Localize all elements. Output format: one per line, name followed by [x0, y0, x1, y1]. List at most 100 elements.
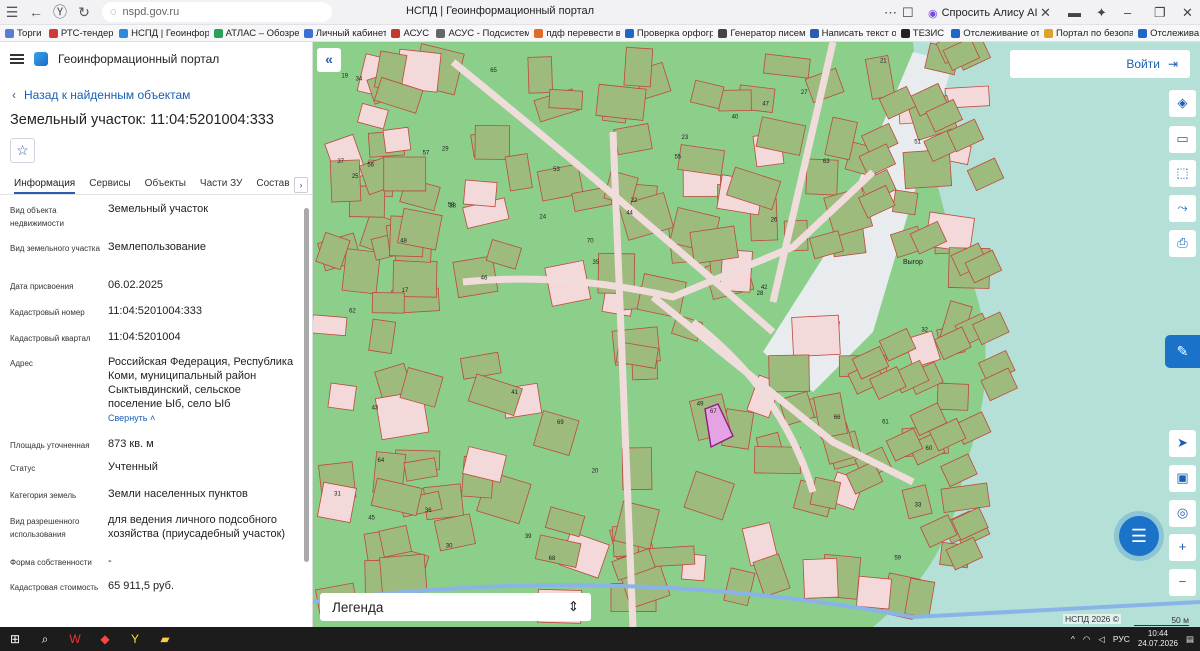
- feedback-tab-icon[interactable]: ✎: [1165, 335, 1200, 368]
- volume-icon[interactable]: ◁: [1098, 634, 1105, 645]
- clock[interactable]: 10:44 24.07.2026: [1138, 629, 1178, 649]
- alice-button[interactable]: ◉ Спросить Алису AI: [922, 4, 1044, 22]
- bookmark-item[interactable]: Проверка орфогр: [620, 28, 713, 39]
- collapse-address-link[interactable]: Свернуть ˄: [108, 413, 155, 423]
- language-indicator[interactable]: РУС: [1113, 634, 1130, 644]
- extension-icon[interactable]: ✕: [1040, 5, 1051, 21]
- burger-menu-icon[interactable]: [10, 54, 24, 64]
- parcel-label: 27: [801, 90, 808, 96]
- parcel-label: 44: [626, 211, 633, 217]
- select-area-icon[interactable]: ⬚: [1169, 160, 1196, 187]
- bookmark-icon[interactable]: ☐: [902, 5, 914, 21]
- panel-scrollbar[interactable]: [304, 208, 309, 562]
- network-icon[interactable]: ◠: [1083, 634, 1090, 645]
- print-icon[interactable]: ⎙: [1169, 230, 1196, 257]
- map-canvas[interactable]: 3938363537343253464149484745515556575859…: [313, 42, 1200, 627]
- locate-icon[interactable]: ➤: [1169, 430, 1196, 457]
- collapse-panel-icon[interactable]: «: [317, 48, 341, 72]
- legend-dropdown[interactable]: Легенда ⇕: [320, 593, 591, 621]
- parcel-label: 25: [352, 174, 359, 180]
- parcel-shape: [936, 382, 970, 411]
- bookmark-item[interactable]: АСУС: [386, 28, 431, 39]
- bookmark-item[interactable]: Торги: [0, 28, 44, 39]
- field-value: 65 911,5 руб.: [108, 580, 175, 592]
- bookmark-favicon-icon: [624, 28, 634, 38]
- layers-icon[interactable]: ◈: [1169, 90, 1196, 117]
- windows-start-icon[interactable]: ⊞: [0, 632, 30, 646]
- field-label: Форма собственности: [10, 558, 92, 567]
- parcel-label: 17: [402, 288, 409, 294]
- favorite-star-icon[interactable]: ☆: [10, 138, 35, 163]
- basemap-icon[interactable]: ▣: [1169, 465, 1196, 492]
- share-icon[interactable]: ⤳: [1169, 195, 1196, 222]
- app-w-icon[interactable]: W: [60, 632, 90, 646]
- close-icon[interactable]: ✕: [1182, 5, 1193, 21]
- parcel-label: 46: [481, 276, 488, 282]
- parcel-shape: [718, 89, 752, 112]
- bookmark-item[interactable]: РТС-тендер: [44, 28, 114, 39]
- geolocation-icon[interactable]: ◎: [1169, 500, 1196, 527]
- field-value: 06.02.2025: [108, 279, 164, 291]
- bookmark-item[interactable]: пдф перевести в: [529, 28, 620, 39]
- minimize-icon[interactable]: –: [1124, 5, 1131, 20]
- parcel-shape: [527, 56, 553, 94]
- notification-icon[interactable]: ▤: [1186, 634, 1194, 645]
- alice-icon: ◉: [928, 7, 938, 20]
- bookmark-favicon-icon: [48, 28, 58, 38]
- bookmark-item[interactable]: АСУС - Подсистем: [431, 28, 529, 39]
- bookmark-item[interactable]: Личный кабинет: [299, 28, 386, 39]
- field-label: Вид земельного участка: [10, 244, 100, 253]
- tab-parts[interactable]: Части ЗУ: [200, 175, 242, 194]
- back-icon[interactable]: ←: [24, 4, 48, 20]
- explorer-icon[interactable]: ▰: [150, 632, 180, 646]
- bookmark-item[interactable]: Генератор писем: [713, 28, 805, 39]
- parcel-label: 62: [349, 309, 356, 315]
- bookmark-item[interactable]: НСПД | Геоинфор: [114, 28, 209, 39]
- more-icon[interactable]: ⋯: [884, 5, 897, 21]
- yandex-icon[interactable]: Ⓨ: [48, 2, 72, 22]
- bookmark-favicon-icon: [436, 28, 446, 38]
- bookmark-item[interactable]: ТЕЗИС: [896, 28, 946, 39]
- zoom-out-icon[interactable]: −: [1169, 569, 1196, 596]
- address-bar[interactable]: ◌ nspd.gov.ru: [102, 2, 332, 22]
- reload-icon[interactable]: ↻: [72, 4, 96, 21]
- tab-objects[interactable]: Объекты: [145, 175, 186, 194]
- bookmark-favicon-icon: [303, 28, 313, 38]
- parcel-label: 48: [400, 239, 407, 245]
- login-button[interactable]: Войти ⇥: [1010, 50, 1190, 78]
- field-value: 11:04:5201004:333: [108, 305, 202, 317]
- zoom-in-icon[interactable]: +: [1169, 534, 1196, 561]
- tabs-next-icon[interactable]: ›: [294, 177, 308, 193]
- download-icon[interactable]: ▬: [1068, 5, 1081, 20]
- bookmark-item[interactable]: Портал по безопа: [1039, 28, 1133, 39]
- puzzle-icon[interactable]: ✦: [1096, 5, 1107, 21]
- parcel-label: 49: [697, 401, 704, 407]
- tab-services[interactable]: Сервисы: [89, 175, 130, 194]
- tab-composition[interactable]: Состав: [256, 175, 289, 194]
- chat-icon[interactable]: ☰: [1119, 516, 1159, 556]
- bookmark-item[interactable]: Отслеживание от: [946, 28, 1039, 39]
- maximize-icon[interactable]: ❐: [1154, 5, 1166, 21]
- parcel-shape: [382, 126, 412, 154]
- bookmark-item[interactable]: АТЛАС – Обозре: [209, 28, 299, 39]
- bookmark-item[interactable]: Написать текст о: [805, 28, 896, 39]
- back-link[interactable]: ‹ Назад к найденным объектам: [12, 88, 190, 102]
- scale-bar: 50 м: [1134, 615, 1189, 626]
- parcel-shape: [613, 500, 660, 550]
- parcel-label: 55: [674, 154, 681, 160]
- chevron-left-icon: ‹: [12, 88, 16, 102]
- parcel-label: 40: [732, 115, 739, 121]
- parcel-label: 22: [631, 198, 638, 204]
- app-y-icon[interactable]: ◆: [90, 632, 120, 646]
- tray-chevron-icon[interactable]: ^: [1071, 634, 1075, 644]
- parcel-shape: [463, 179, 498, 208]
- yandex-browser-icon[interactable]: Y: [120, 632, 150, 646]
- search-icon[interactable]: ⌕: [30, 632, 60, 647]
- login-icon: ⇥: [1167, 57, 1178, 71]
- ruler-icon[interactable]: ▭: [1169, 126, 1196, 153]
- menu-icon[interactable]: ☰: [0, 4, 24, 21]
- parcel-shape: [595, 83, 647, 121]
- bookmark-item[interactable]: Отслежива: [1133, 28, 1200, 39]
- tab-info[interactable]: Информация: [14, 175, 76, 194]
- map[interactable]: 39 38 36 35 37 34 32 53 46 41 49 48 47 45 51 55 56 57 58 59…: [313, 42, 1200, 627]
